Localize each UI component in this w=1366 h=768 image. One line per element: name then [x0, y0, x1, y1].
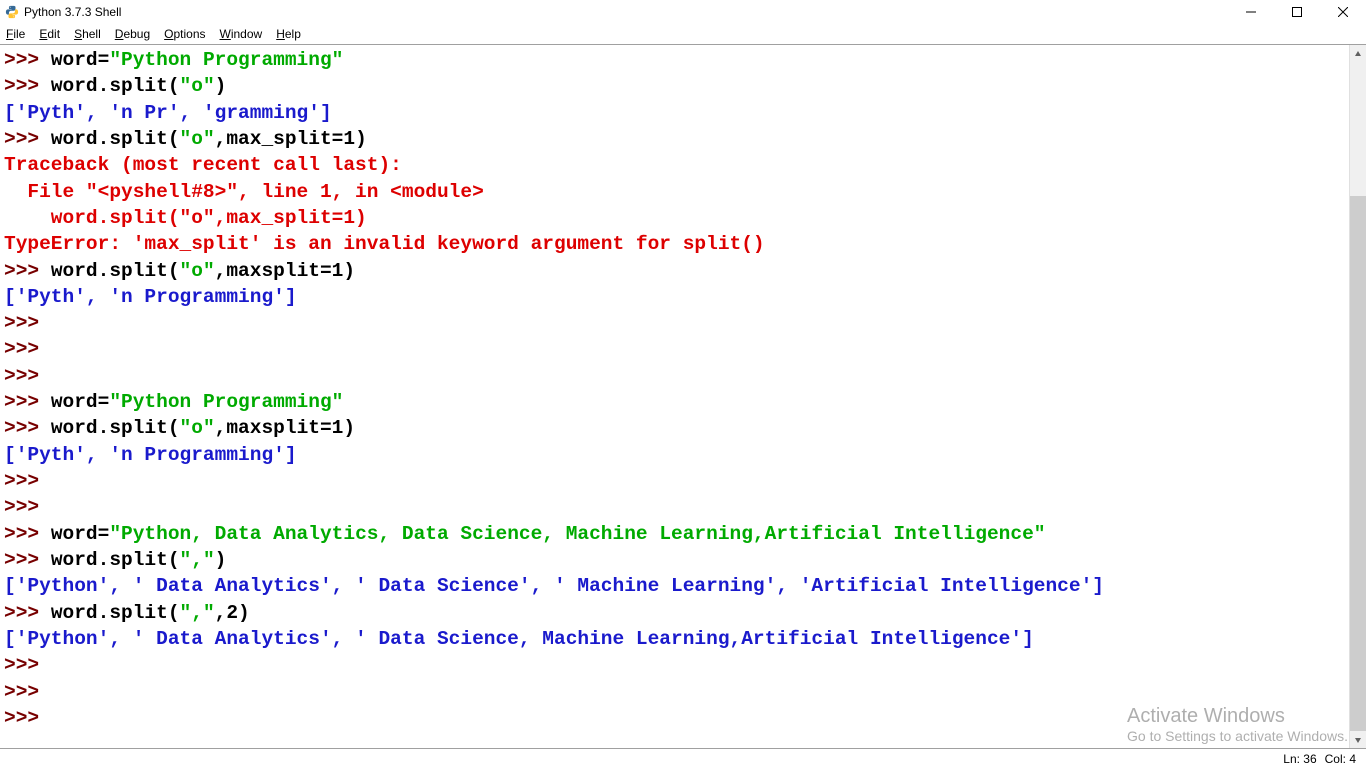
- titlebar: Python 3.7.3 Shell: [0, 0, 1366, 24]
- close-button[interactable]: [1320, 0, 1366, 24]
- menu-window[interactable]: Window: [220, 27, 263, 41]
- menu-edit[interactable]: Edit: [39, 27, 60, 41]
- menu-help[interactable]: Help: [276, 27, 301, 41]
- scroll-thumb[interactable]: [1350, 196, 1366, 731]
- menu-shell[interactable]: Shell: [74, 27, 101, 41]
- statusbar: Ln: 36 Col: 4: [0, 748, 1366, 768]
- menu-options[interactable]: Options: [164, 27, 205, 41]
- editor-area: >>> word="Python Programming" >>> word.s…: [0, 45, 1366, 748]
- menubar: File Edit Shell Debug Options Window Hel…: [0, 24, 1366, 44]
- window-title: Python 3.7.3 Shell: [24, 5, 121, 19]
- scroll-down-button[interactable]: [1350, 731, 1366, 748]
- status-col: Col: 4: [1325, 752, 1356, 766]
- window-buttons: [1228, 0, 1366, 24]
- maximize-button[interactable]: [1274, 0, 1320, 24]
- status-line: Ln: 36: [1283, 752, 1316, 766]
- scroll-track[interactable]: [1350, 62, 1366, 731]
- minimize-button[interactable]: [1228, 0, 1274, 24]
- menu-debug[interactable]: Debug: [115, 27, 150, 41]
- scroll-up-button[interactable]: [1350, 45, 1366, 62]
- menu-file[interactable]: File: [6, 27, 25, 41]
- shell-text[interactable]: >>> word="Python Programming" >>> word.s…: [0, 45, 1349, 748]
- python-icon: [4, 4, 20, 20]
- vertical-scrollbar[interactable]: [1349, 45, 1366, 748]
